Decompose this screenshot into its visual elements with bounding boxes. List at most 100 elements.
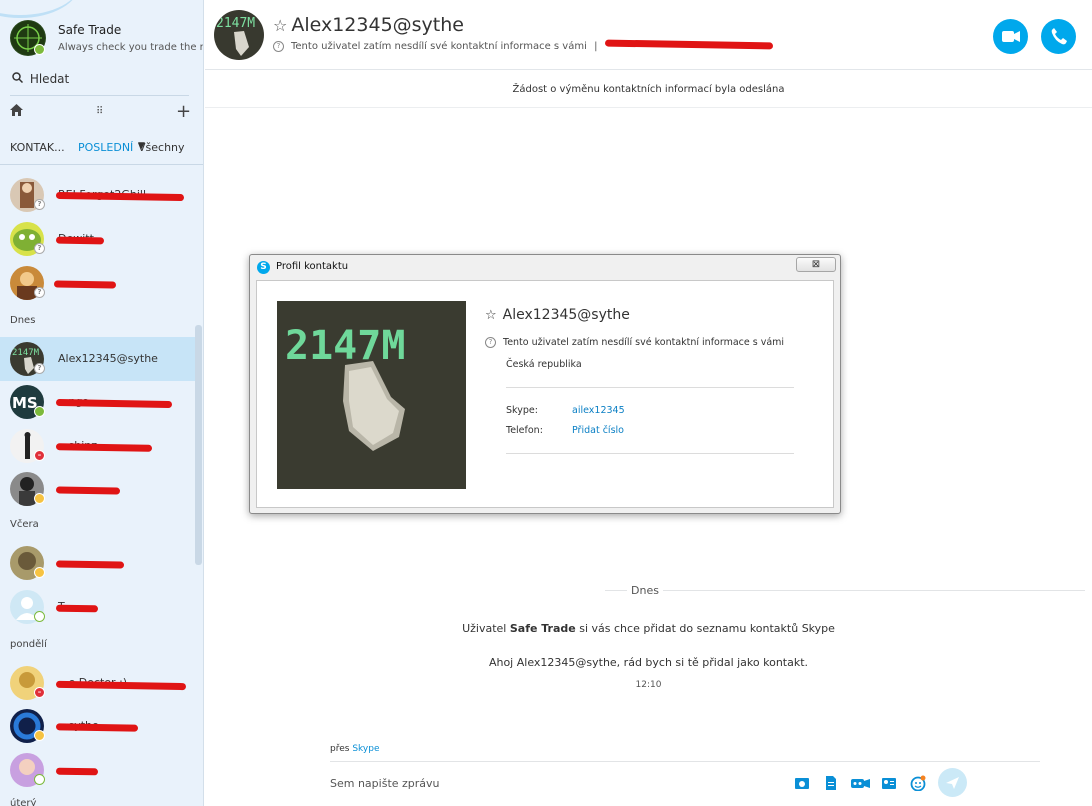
section-today: Dnes — [10, 315, 36, 326]
search-button[interactable]: Hledat — [12, 72, 69, 86]
status-icon — [34, 406, 45, 417]
section-partial: úterý — [10, 798, 37, 806]
redaction-mark — [55, 723, 139, 732]
my-status-icon — [34, 44, 45, 55]
via-indicator: přes Skype — [330, 744, 380, 754]
status-icon — [34, 774, 45, 785]
add-phone-link[interactable]: Přidat číslo — [572, 425, 624, 436]
dialpad-icon[interactable]: ⠿ — [96, 106, 103, 117]
redaction-mark — [55, 560, 125, 569]
dialog-country: Česká republika — [506, 359, 582, 370]
status-icon — [34, 730, 45, 741]
via-skype-link[interactable]: Skype — [352, 744, 379, 754]
section-yesterday: Včera — [10, 519, 39, 530]
contact-list-item[interactable]: ...sythe — [0, 704, 196, 748]
dialog-notice-text: Tento uživatel zatím nesdílí své kontakt… — [503, 337, 785, 348]
close-button[interactable]: ⊠ — [796, 257, 836, 272]
contact-list-item[interactable]: ? Dewitt — [0, 217, 196, 261]
send-photo-icon[interactable] — [794, 775, 810, 791]
svg-text:2147M: 2147M — [216, 16, 255, 31]
redaction-mark — [55, 486, 121, 495]
system-message: Uživatel Safe Trade si vás chce přidat d… — [205, 622, 1092, 635]
contact-profile-dialog: S Profil kontaktu ⊠ 2147M ☆ Alex12345@syt… — [249, 254, 841, 514]
conversation-subtitle: ? Tento uživatel zatím nesdílí své kontak… — [273, 39, 773, 52]
skype-field-label: Skype: — [506, 405, 538, 416]
redaction-mark — [604, 39, 773, 50]
skype-field-value[interactable]: ailex12345 — [572, 405, 625, 416]
dialog-contact-name: ☆ Alex12345@sythe — [485, 307, 630, 323]
status-icon: – — [34, 687, 45, 698]
contact-list-item[interactable]: ? — [0, 261, 196, 305]
search-label: Hledat — [29, 72, 70, 86]
message-input[interactable] — [330, 772, 770, 794]
divider — [506, 387, 794, 388]
phone-icon — [1051, 28, 1067, 45]
conversation-title-text: Alex12345@sythe — [291, 14, 464, 36]
status-icon: – — [34, 450, 45, 461]
favorite-star-icon[interactable]: ☆ — [273, 16, 287, 35]
redaction-mark — [55, 767, 99, 776]
contact-list-item[interactable]: ... — [0, 748, 196, 792]
add-icon[interactable]: + — [176, 101, 191, 122]
divider — [10, 95, 189, 96]
conversation-header: 2147M ☆ Alex12345@sythe ? Tento uživatel z… — [205, 0, 1092, 70]
tab-recent[interactable]: POSLEDNÍ — [78, 141, 133, 154]
favorite-star-icon[interactable]: ☆ — [485, 308, 497, 323]
sidebar-toolbar: ⠿ + — [10, 101, 191, 124]
contact-name: Alex12345@sythe — [58, 352, 158, 365]
chat-message: Ahoj Alex12345@sythe, rád bych si tě při… — [488, 656, 809, 669]
send-arrow-icon — [946, 777, 959, 789]
dialog-title: Profil kontaktu — [276, 261, 349, 272]
status-icon — [34, 611, 45, 622]
sidebar: Safe Trade Always check you trade the r.… — [0, 0, 204, 806]
dialog-notice: ? Tento uživatel zatím nesdílí své kontak… — [485, 337, 784, 348]
divider — [330, 761, 1040, 762]
contact-photo: 2147M — [277, 301, 466, 489]
my-profile[interactable]: Safe Trade Always check you trade the r.… — [10, 20, 203, 60]
contact-list-item[interactable]: ... — [0, 467, 196, 511]
send-file-icon[interactable] — [823, 775, 839, 791]
audio-call-button[interactable] — [1041, 19, 1076, 54]
contact-photo-text: 2147M — [285, 323, 405, 369]
my-mood-message[interactable]: Always check you trade the r... — [58, 42, 203, 53]
conversation-avatar[interactable]: 2147M — [214, 10, 264, 60]
contact-list-item[interactable]: ? REI Forgot2Ghill — [0, 173, 196, 217]
subtitle-text: Tento uživatel zatím nesdílí své kontakt… — [291, 41, 587, 52]
emoticon-icon[interactable] — [910, 775, 926, 792]
question-icon: ? — [485, 337, 496, 348]
contact-list-item[interactable]: ... — [0, 541, 196, 585]
status-icon — [34, 493, 45, 504]
contact-list-item[interactable]: T... — [0, 585, 196, 629]
home-icon[interactable] — [10, 104, 23, 120]
tab-contacts[interactable]: KONTAK... — [10, 141, 65, 154]
system-message-user[interactable]: Safe Trade — [510, 622, 576, 635]
phone-field-label: Telefon: — [506, 425, 543, 436]
divider — [665, 590, 1085, 591]
redaction-mark — [55, 604, 99, 613]
chevron-down-icon: ▼ — [138, 141, 145, 151]
contact-list-item[interactable]: MS ...ngs — [0, 380, 196, 424]
video-call-button[interactable] — [993, 19, 1028, 54]
message-timestamp: 12:10 — [635, 680, 662, 690]
my-name: Safe Trade — [58, 23, 122, 37]
skype-logo-icon: S — [257, 261, 270, 274]
status-icon: ? — [34, 287, 45, 298]
search-icon — [12, 72, 26, 86]
send-contact-icon[interactable] — [881, 775, 897, 791]
status-icon: ? — [34, 243, 45, 254]
question-icon: ? — [273, 41, 284, 52]
date-separator: Dnes — [205, 584, 1092, 598]
contact-list-item[interactable]: – ...shinz — [0, 424, 196, 468]
contact-list-item[interactable]: – ...e Doctor :) — [0, 661, 196, 705]
date-separator-label: Dnes — [627, 584, 663, 597]
sidebar-scrollbar[interactable] — [195, 325, 202, 565]
divider — [0, 164, 203, 165]
redaction-mark — [55, 236, 105, 245]
system-message-suffix: si vás chce přidat do seznamu kontaktů S… — [579, 622, 835, 635]
status-icon: ? — [34, 363, 45, 374]
send-button[interactable] — [938, 768, 967, 797]
video-message-icon[interactable] — [850, 775, 872, 791]
divider — [506, 453, 794, 454]
contact-list-item-selected[interactable]: 2147M ? Alex12345@sythe — [0, 337, 196, 381]
status-icon: ? — [34, 199, 45, 210]
